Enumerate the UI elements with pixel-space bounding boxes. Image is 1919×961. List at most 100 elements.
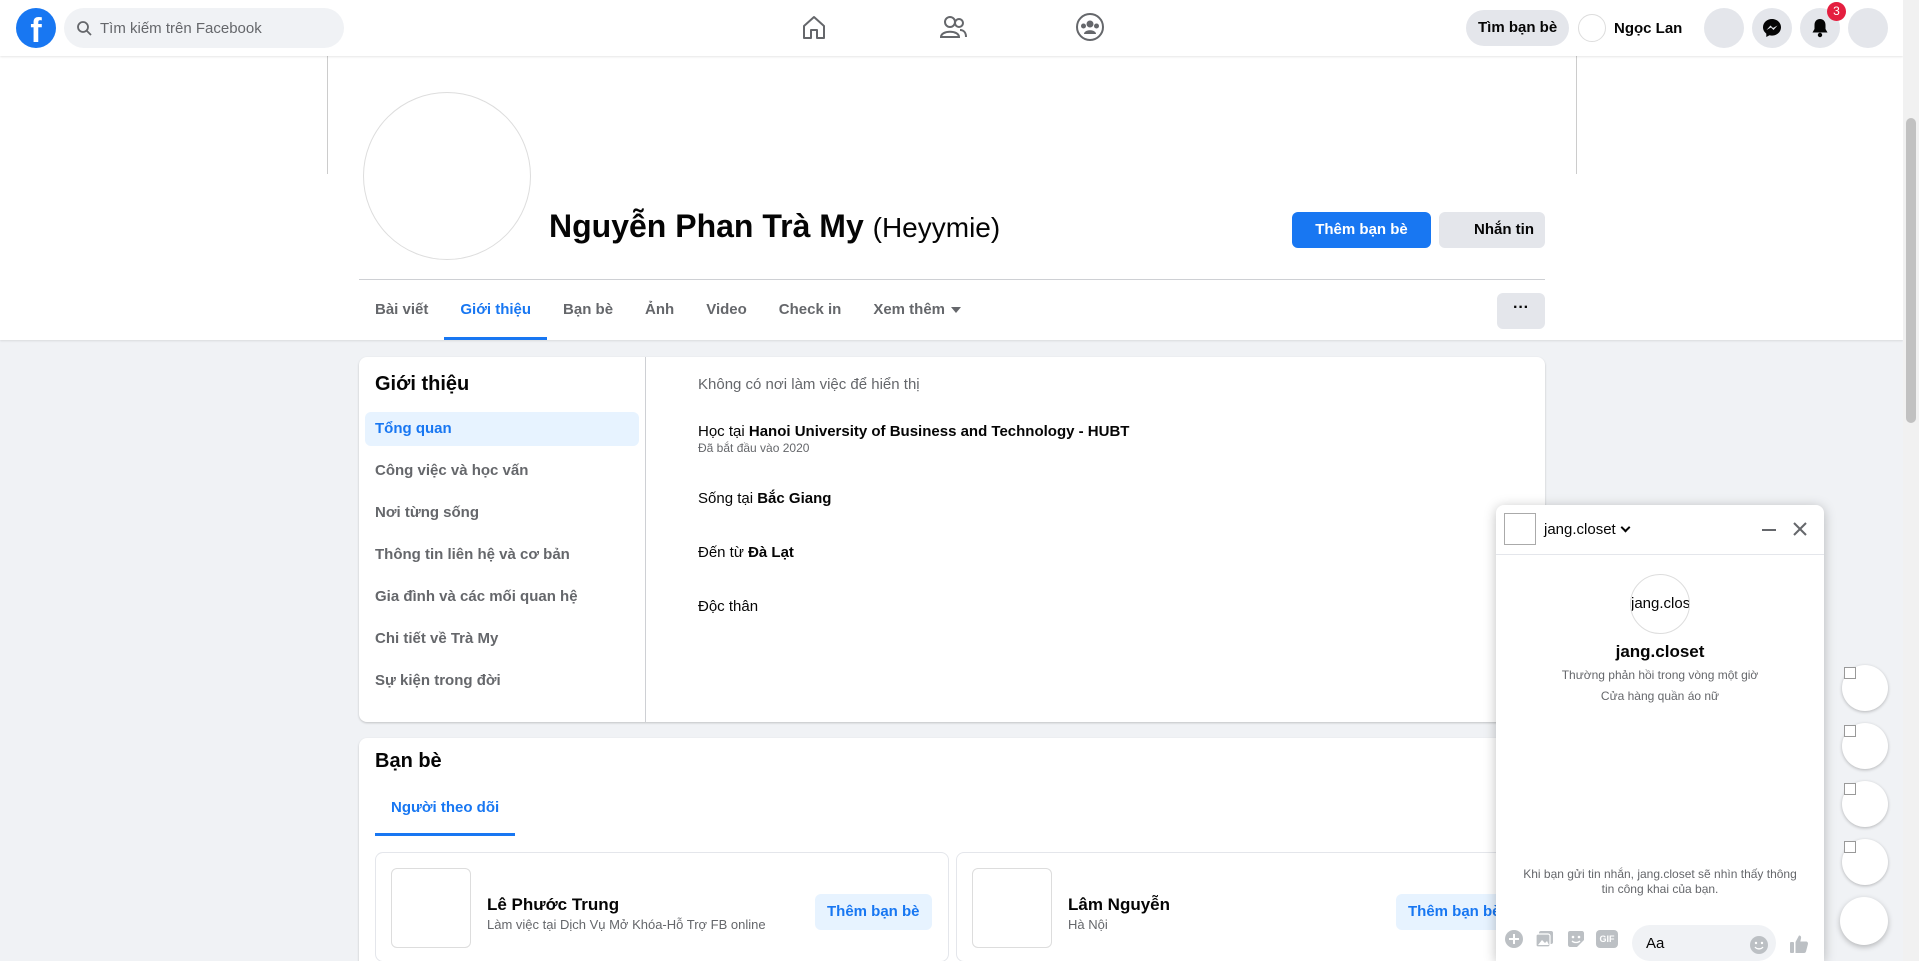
tab-more[interactable]: Xem thêm bbox=[857, 280, 977, 340]
about-nav-life-events[interactable]: Sự kiện trong đời bbox=[365, 664, 639, 698]
profile-tabs: Bài viết Giới thiệu Bạn bè Ảnh Video Che… bbox=[359, 280, 977, 340]
top-navigation-bar: f Tìm bạn bè Ngọc Lan bbox=[0, 0, 1903, 56]
education-school-link[interactable]: Hanoi University of Business and Technol… bbox=[749, 423, 1130, 440]
chat-window: jang.closet jang.clos jang.closet Thường… bbox=[1496, 505, 1824, 961]
friend-subtitle: Làm việc tại Dịch Vụ Mở Khóa-Hỗ Trợ FB o… bbox=[487, 917, 766, 932]
about-nav-contact-info[interactable]: Thông tin liên hệ và cơ bản bbox=[365, 538, 639, 572]
friends-card: Bạn bè Người theo dõi Lê Phước Trung Làm… bbox=[359, 738, 1545, 961]
chat-page-category: Cửa hàng quần áo nữ bbox=[1600, 689, 1720, 703]
about-nav-details[interactable]: Chi tiết về Trà My bbox=[365, 622, 639, 656]
current-city-prefix: Sống tại bbox=[698, 490, 754, 507]
chat-header: jang.closet bbox=[1496, 505, 1824, 555]
education-prefix: Học tại bbox=[698, 423, 745, 440]
profile-picture[interactable] bbox=[363, 92, 531, 260]
friend-name[interactable]: Lâm Nguyễn bbox=[1068, 895, 1170, 915]
cover-photo-edge bbox=[327, 56, 328, 174]
chat-head-image bbox=[1844, 783, 1856, 795]
tab-about[interactable]: Giới thiệu bbox=[444, 280, 547, 340]
search-input[interactable] bbox=[100, 8, 340, 48]
chat-head-image bbox=[1844, 841, 1856, 853]
tab-check-in[interactable]: Check in bbox=[763, 280, 858, 340]
profile-name: Nguyễn Phan Trà My (Heyymie) bbox=[549, 208, 1000, 245]
bell-icon bbox=[1812, 19, 1828, 38]
cover-photo-edge bbox=[1576, 56, 1577, 174]
more-options-button[interactable]: ··· bbox=[1497, 293, 1545, 329]
about-nav: Tổng quan Công việc và học vấn Nơi từng … bbox=[365, 412, 639, 706]
profile-alternate-name: (Heyymie) bbox=[872, 212, 1001, 243]
add-friend-button[interactable]: Thêm bạn bè bbox=[815, 894, 932, 930]
chat-head[interactable] bbox=[1842, 723, 1888, 769]
user-name: Ngọc Lan bbox=[1614, 19, 1683, 37]
chat-head-image bbox=[1844, 667, 1856, 679]
tab-photos[interactable]: Ảnh bbox=[629, 280, 690, 340]
add-friend-button[interactable]: Thêm bạn bè bbox=[1292, 212, 1431, 248]
minimize-icon[interactable] bbox=[1760, 521, 1778, 539]
photo-icon[interactable] bbox=[1535, 929, 1555, 949]
about-sidebar: Giới thiệu Tổng quan Công việc và học vấ… bbox=[359, 357, 646, 722]
new-message-button[interactable] bbox=[1840, 897, 1888, 945]
chat-profile-avatar[interactable]: jang.clos bbox=[1630, 574, 1690, 634]
friend-name[interactable]: Lê Phước Trung bbox=[487, 895, 619, 915]
friend-avatar[interactable] bbox=[972, 868, 1052, 948]
messenger-button[interactable] bbox=[1752, 8, 1792, 48]
chat-contact-label: jang.closet bbox=[1544, 521, 1616, 538]
friend-card[interactable]: Lê Phước Trung Làm việc tại Dịch Vụ Mở K… bbox=[375, 852, 949, 961]
facebook-logo-icon[interactable]: f bbox=[16, 8, 56, 48]
messenger-icon bbox=[1763, 19, 1781, 37]
chat-head[interactable] bbox=[1842, 839, 1888, 885]
like-icon[interactable] bbox=[1788, 933, 1810, 955]
avatar bbox=[1578, 14, 1606, 42]
chat-head[interactable] bbox=[1842, 665, 1888, 711]
no-work-text: Không có nơi làm việc để hiển thị bbox=[698, 376, 920, 393]
groups-icon[interactable] bbox=[1075, 12, 1105, 42]
about-card: Giới thiệu Tổng quan Công việc và học vấ… bbox=[359, 357, 1545, 722]
find-friends-button[interactable]: Tìm bạn bè bbox=[1466, 10, 1570, 46]
scrollbar-thumb[interactable] bbox=[1906, 118, 1916, 423]
sticker-icon[interactable] bbox=[1566, 929, 1586, 949]
friend-avatar[interactable] bbox=[391, 868, 471, 948]
search-box[interactable] bbox=[64, 8, 344, 48]
current-city-link[interactable]: Bắc Giang bbox=[757, 490, 831, 507]
chat-head[interactable] bbox=[1842, 781, 1888, 827]
tab-posts[interactable]: Bài viết bbox=[359, 280, 444, 340]
account-button[interactable] bbox=[1848, 8, 1888, 48]
chevron-down-icon bbox=[1620, 522, 1631, 533]
profile-shortcut[interactable]: Ngọc Lan bbox=[1578, 10, 1682, 46]
scrollbar[interactable] bbox=[1903, 0, 1919, 961]
message-button[interactable]: Nhắn tin bbox=[1439, 212, 1545, 248]
about-nav-overview[interactable]: Tổng quan bbox=[365, 412, 639, 446]
close-icon[interactable] bbox=[1790, 519, 1810, 539]
tab-videos[interactable]: Video bbox=[690, 280, 763, 340]
education-start: Đã bắt đầu vào 2020 bbox=[698, 441, 810, 455]
current-city-item: Sống tại Bắc Giang bbox=[698, 490, 831, 507]
chat-head-image bbox=[1844, 725, 1856, 737]
chat-privacy-note: Khi bạn gửi tin nhắn, jang.closet sẽ nhì… bbox=[1523, 867, 1797, 896]
notifications-button[interactable]: 3 bbox=[1800, 2, 1846, 48]
tab-followers[interactable]: Người theo dõi bbox=[375, 784, 516, 836]
plus-circle-icon[interactable] bbox=[1504, 929, 1524, 949]
chat-composer: GIF bbox=[1496, 917, 1824, 961]
friend-card[interactable]: Lâm Nguyễn Hà Nội Thêm bạn bè bbox=[956, 852, 1530, 961]
chat-avatar[interactable] bbox=[1504, 513, 1536, 545]
search-icon bbox=[77, 21, 92, 36]
hometown-prefix: Đến từ bbox=[698, 544, 744, 561]
profile-full-name: Nguyễn Phan Trà My bbox=[549, 208, 864, 244]
relationship-status: Độc thân bbox=[698, 598, 759, 615]
tab-friends[interactable]: Bạn bè bbox=[547, 280, 629, 340]
about-nav-places-lived[interactable]: Nơi từng sống bbox=[365, 496, 639, 530]
chat-contact-name[interactable]: jang.closet bbox=[1544, 505, 1631, 555]
tab-more-label: Xem thêm bbox=[873, 301, 946, 318]
friends-icon[interactable] bbox=[938, 12, 968, 42]
caret-down-icon bbox=[951, 307, 962, 314]
about-nav-family[interactable]: Gia đình và các mối quan hệ bbox=[365, 580, 639, 614]
friends-title: Bạn bè bbox=[375, 750, 442, 772]
chat-profile-name: jang.closet bbox=[1615, 642, 1705, 661]
home-icon[interactable] bbox=[799, 12, 829, 42]
menu-button[interactable] bbox=[1704, 8, 1744, 48]
chat-response-time: Thường phản hồi trong vòng một giờ bbox=[1561, 668, 1759, 682]
about-nav-work-education[interactable]: Công việc và học vấn bbox=[365, 454, 639, 488]
hometown-link[interactable]: Đà Lạt bbox=[748, 544, 794, 561]
emoji-icon[interactable] bbox=[1749, 935, 1769, 955]
profile-header: Nguyễn Phan Trà My (Heyymie) Thêm bạn bè… bbox=[0, 56, 1903, 340]
gif-icon[interactable]: GIF bbox=[1596, 930, 1618, 948]
